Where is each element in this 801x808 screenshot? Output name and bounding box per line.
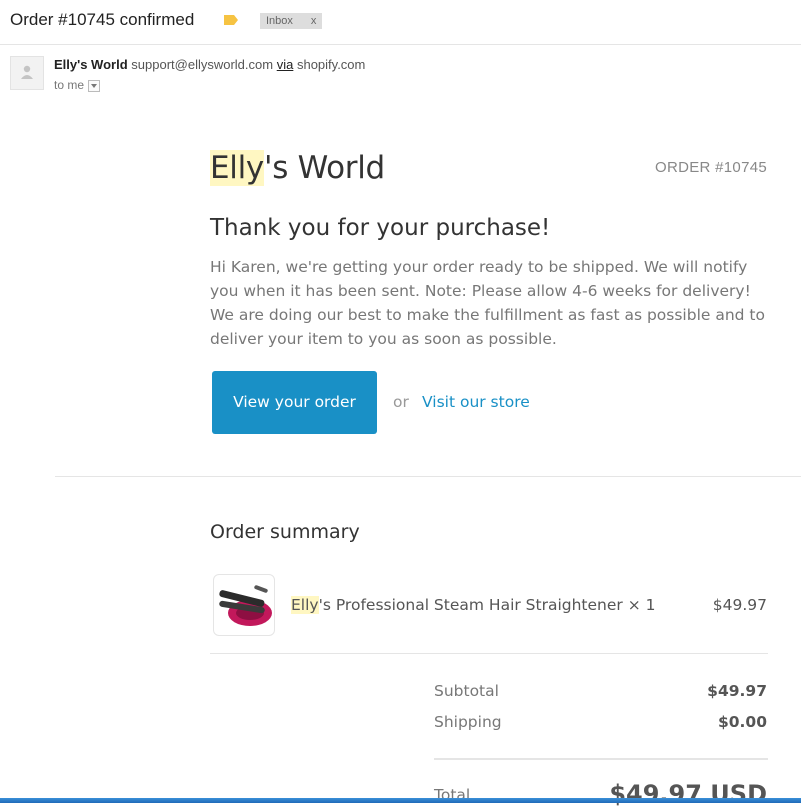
product-price: $49.97 <box>712 596 767 614</box>
person-icon <box>21 65 33 79</box>
remove-label-icon[interactable]: x <box>311 15 317 27</box>
label-tag-icon[interactable] <box>224 15 238 25</box>
show-details-dropdown-icon[interactable] <box>88 79 101 92</box>
shop-name: Elly's World <box>210 150 385 186</box>
product-name: Elly's Professional Steam Hair Straighte… <box>291 596 655 614</box>
order-number: ORDER #10745 <box>655 159 767 176</box>
window-bottom-edge <box>0 798 801 803</box>
recipient-line: to me <box>54 78 101 92</box>
items-divider <box>210 653 768 654</box>
shop-name-rest: 's World <box>263 150 385 186</box>
view-order-button[interactable]: View your order <box>212 371 377 434</box>
shipping-label: Shipping <box>434 713 502 731</box>
totals-divider <box>434 758 768 760</box>
shop-name-highlight: Elly <box>210 150 264 186</box>
via-link[interactable]: via <box>277 57 294 72</box>
subject-bar: Order #10745 confirmed Inbox x <box>0 0 801 45</box>
shipping-value: $0.00 <box>717 713 767 731</box>
order-message: Hi Karen, we're getting your order ready… <box>210 258 765 348</box>
subtotal-value: $49.97 <box>707 682 767 700</box>
sender-name[interactable]: Elly's World <box>54 57 128 72</box>
section-divider <box>55 476 801 477</box>
sender-line: Elly's World support@ellysworld.com via … <box>54 57 365 72</box>
hair-straightener-image <box>219 585 272 626</box>
order-summary-title: Order summary <box>210 521 360 543</box>
product-thumbnail <box>213 574 275 636</box>
sender-avatar <box>10 56 44 90</box>
sender-email: support@ellysworld.com <box>131 57 274 72</box>
or-text: or <box>393 393 409 411</box>
total-value: $49.97 USD <box>609 780 767 808</box>
inbox-label-text: Inbox <box>266 15 293 27</box>
subtotal-label: Subtotal <box>434 682 499 700</box>
email-subject: Order #10745 confirmed <box>10 10 195 29</box>
via-domain: shopify.com <box>296 57 366 72</box>
visit-store-link[interactable]: Visit our store <box>422 393 530 411</box>
product-name-highlight: Elly <box>291 596 319 614</box>
product-name-rest: 's Professional Steam Hair Straightener … <box>318 596 656 614</box>
inbox-label-chip: Inbox x <box>260 13 323 29</box>
thank-you-heading: Thank you for your purchase! <box>210 215 551 241</box>
recipient-text: to me <box>54 78 85 92</box>
